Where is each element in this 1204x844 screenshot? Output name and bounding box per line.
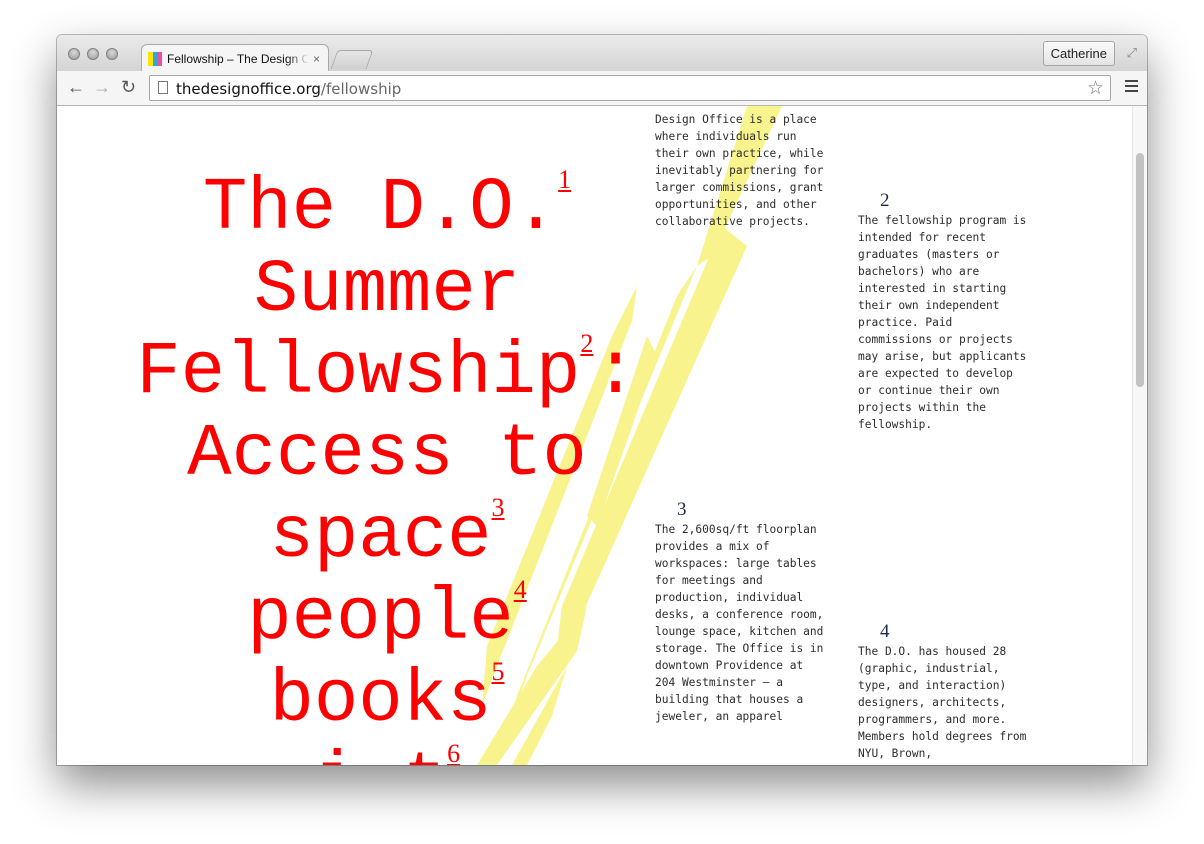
footnote-marker-link[interactable]: 5 — [492, 657, 505, 686]
note-1: Design Office is a place where individua… — [655, 111, 825, 230]
new-tab-button[interactable] — [330, 50, 374, 69]
forward-arrow-icon[interactable]: → — [93, 77, 111, 97]
tab-title: Fellowship – The Design Office — [167, 51, 309, 66]
close-window-button[interactable] — [68, 48, 80, 60]
browser-toolbar: ← → ↻ thedesignoffice.org/fellowship ☆ — [57, 71, 1147, 106]
headline-line: Access to — [117, 414, 657, 496]
zoom-window-button[interactable] — [106, 48, 118, 60]
profile-button[interactable]: Catherine — [1042, 41, 1115, 66]
scrollbar[interactable] — [1132, 106, 1147, 765]
headline-line-text: The D.O. — [202, 167, 559, 251]
scrollbar-thumb[interactable] — [1136, 153, 1144, 387]
headline-line: i t6 — [117, 739, 657, 766]
note-2-number: 2 — [880, 190, 890, 211]
headline-line: Summer — [117, 250, 657, 332]
headline: The D.O.1 Summer Fellowship2: Access to spac… — [117, 165, 657, 766]
note-2: 2 The fellowship program is intended for… — [858, 190, 1028, 433]
note-4-number: 4 — [880, 621, 890, 642]
note-2-text: The fellowship program is intended for r… — [858, 214, 1027, 431]
browser-window: Fellowship – The Design Office × Catheri… — [57, 35, 1147, 765]
note-3: 3 The 2,600sq/ft floorplan provides a mi… — [655, 499, 825, 725]
headline-punctuation: : — [593, 331, 638, 415]
headline-line-text: people — [247, 577, 514, 661]
headline-line: The D.O.1 — [117, 165, 657, 251]
note-4: 4 The D.O. has housed 28 (graphic, indus… — [858, 621, 1028, 762]
headline-line-text: Summer — [253, 249, 521, 333]
headline-line: people4 — [117, 575, 657, 661]
headline-line-text: books — [269, 659, 492, 743]
headline-line: space3 — [117, 493, 657, 579]
note-3-text: The 2,600sq/ft floorplan provides a mix … — [655, 523, 824, 723]
minimize-window-button[interactable] — [87, 48, 99, 60]
headline-line-text: Access to — [187, 413, 587, 497]
close-tab-icon[interactable]: × — [313, 52, 320, 66]
footnote-marker-link[interactable]: 1 — [558, 165, 571, 194]
note-4-text: The D.O. has housed 28 (graphic, industr… — [858, 645, 1027, 760]
footnote-marker-link[interactable]: 4 — [514, 575, 527, 604]
address-bar[interactable]: thedesignoffice.org/fellowship ☆ — [149, 75, 1111, 101]
footnote-marker-link[interactable]: 3 — [492, 493, 505, 522]
note-3-number: 3 — [677, 499, 687, 520]
page-icon — [158, 81, 168, 94]
headline-line-text: Fellowship — [136, 331, 581, 415]
headline-line: Fellowship2: — [117, 329, 657, 415]
note-1-text: Design Office is a place where individua… — [655, 113, 824, 228]
tab-fellowship[interactable]: Fellowship – The Design Office × — [141, 44, 329, 72]
url-text: thedesignoffice.org/fellowship — [176, 80, 402, 98]
bookmark-star-icon[interactable]: ☆ — [1087, 77, 1104, 100]
fullscreen-icon[interactable]: ⤢ — [1127, 45, 1137, 61]
window-controls — [68, 48, 118, 60]
headline-line-text: i t — [314, 741, 447, 765]
menu-icon[interactable] — [1125, 80, 1138, 95]
favicon-icon — [148, 51, 163, 66]
back-arrow-icon[interactable]: ← — [67, 77, 85, 97]
footnote-marker-link[interactable]: 2 — [580, 329, 593, 358]
headline-line-text: space — [269, 495, 492, 579]
headline-line: books5 — [117, 657, 657, 743]
title-bar: Fellowship – The Design Office × Catheri… — [57, 35, 1147, 72]
footnote-marker-link[interactable]: 6 — [447, 739, 460, 766]
page-viewport[interactable]: The D.O.1 Summer Fellowship2: Access to spac… — [57, 106, 1147, 765]
reload-icon[interactable]: ↻ — [121, 77, 136, 97]
